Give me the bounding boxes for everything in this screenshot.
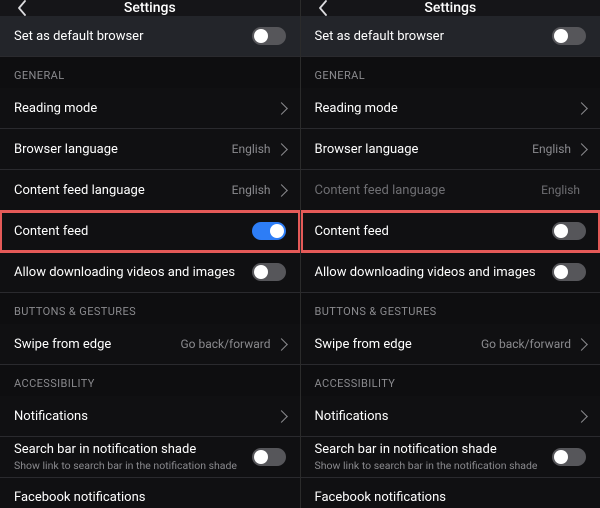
chevron-right-icon: [575, 143, 588, 156]
swipe-from-edge[interactable]: Swipe from edge Go back/forward: [0, 324, 300, 365]
search-bar-shade-label: Search bar in notification shade Show li…: [14, 442, 252, 472]
content-feed-language: Content feed language English: [301, 170, 600, 211]
content-feed[interactable]: Content feed: [0, 211, 300, 252]
allow-download-label: Allow downloading videos and images: [14, 265, 252, 280]
chevron-right-icon: [575, 338, 588, 351]
back-button[interactable]: [6, 0, 38, 16]
page-title: Settings: [424, 0, 476, 16]
content-feed-toggle[interactable]: [252, 222, 286, 240]
section-buttons-gestures: BUTTONS & GESTURES: [301, 293, 600, 324]
section-general: GENERAL: [301, 57, 600, 88]
section-accessibility: ACCESSIBILITY: [301, 365, 600, 396]
default-browser-toggle[interactable]: [552, 27, 586, 45]
content-feed[interactable]: Content feed: [301, 211, 600, 252]
search-bar-shade-toggle[interactable]: [252, 448, 286, 466]
header-bar: Settings: [0, 0, 300, 16]
section-general: GENERAL: [0, 57, 300, 88]
comparison-stage: Settings Set as default browser GENERAL …: [0, 0, 600, 508]
facebook-notifications-label: Facebook notifications: [14, 490, 286, 505]
allow-download[interactable]: Allow downloading videos and images: [301, 252, 600, 293]
section-accessibility: ACCESSIBILITY: [0, 365, 300, 396]
search-bar-shade-sub: Show link to search bar in the notificat…: [14, 459, 252, 472]
content-feed-language-label: Content feed language: [315, 183, 542, 198]
notifications[interactable]: Notifications: [301, 396, 600, 437]
default-browser-toggle[interactable]: [252, 27, 286, 45]
back-button[interactable]: [307, 0, 339, 16]
browser-language-value: English: [232, 142, 271, 156]
settings-panel-right: Settings Set as default browser GENERAL …: [300, 0, 600, 508]
search-bar-shade-sub: Show link to search bar in the notificat…: [315, 459, 553, 472]
search-bar-shade-toggle[interactable]: [552, 448, 586, 466]
default-browser-label: Set as default browser: [14, 29, 252, 44]
search-bar-shade-label: Search bar in notification shade Show li…: [315, 442, 553, 472]
allow-download-toggle[interactable]: [252, 263, 286, 281]
chevron-right-icon: [275, 410, 288, 423]
swipe-from-edge[interactable]: Swipe from edge Go back/forward: [301, 324, 600, 365]
swipe-from-edge-value: Go back/forward: [481, 337, 571, 351]
swipe-from-edge-label: Swipe from edge: [315, 337, 481, 352]
browser-language-value: English: [532, 142, 571, 156]
reading-mode-label: Reading mode: [315, 101, 578, 116]
header-bar: Settings: [301, 0, 600, 16]
content-feed-language-value: English: [541, 183, 580, 197]
content-feed-toggle[interactable]: [552, 222, 586, 240]
browser-language[interactable]: Browser language English: [0, 129, 300, 170]
facebook-notifications-label: Facebook notifications: [315, 490, 587, 505]
reading-mode[interactable]: Reading mode: [0, 88, 300, 129]
content-feed-label: Content feed: [315, 224, 553, 239]
chevron-right-icon: [275, 102, 288, 115]
chevron-right-icon: [275, 184, 288, 197]
search-bar-shade[interactable]: Search bar in notification shade Show li…: [0, 437, 300, 478]
reading-mode-label: Reading mode: [14, 101, 277, 116]
content-feed-label: Content feed: [14, 224, 252, 239]
chevron-right-icon: [275, 143, 288, 156]
allow-download[interactable]: Allow downloading videos and images: [0, 252, 300, 293]
allow-download-toggle[interactable]: [552, 263, 586, 281]
search-bar-shade[interactable]: Search bar in notification shade Show li…: [301, 437, 600, 478]
facebook-notifications[interactable]: Facebook notifications: [0, 478, 300, 508]
settings-panel-left: Settings Set as default browser GENERAL …: [0, 0, 300, 508]
browser-language-label: Browser language: [14, 142, 232, 157]
swipe-from-edge-label: Swipe from edge: [14, 337, 180, 352]
swipe-from-edge-value: Go back/forward: [180, 337, 270, 351]
chevron-left-icon: [17, 0, 27, 16]
chevron-left-icon: [318, 0, 328, 16]
content-feed-language-label: Content feed language: [14, 183, 232, 198]
notifications-label: Notifications: [315, 409, 578, 424]
set-default-browser[interactable]: Set as default browser: [301, 16, 600, 57]
content-feed-language[interactable]: Content feed language English: [0, 170, 300, 211]
facebook-notifications[interactable]: Facebook notifications: [301, 478, 600, 508]
notifications[interactable]: Notifications: [0, 396, 300, 437]
chevron-right-icon: [575, 410, 588, 423]
content-feed-language-value: English: [232, 183, 271, 197]
chevron-right-icon: [275, 338, 288, 351]
reading-mode[interactable]: Reading mode: [301, 88, 600, 129]
page-title: Settings: [124, 0, 176, 16]
allow-download-label: Allow downloading videos and images: [315, 265, 553, 280]
browser-language-label: Browser language: [315, 142, 533, 157]
section-buttons-gestures: BUTTONS & GESTURES: [0, 293, 300, 324]
chevron-right-icon: [575, 102, 588, 115]
browser-language[interactable]: Browser language English: [301, 129, 600, 170]
default-browser-label: Set as default browser: [315, 29, 553, 44]
notifications-label: Notifications: [14, 409, 277, 424]
set-default-browser[interactable]: Set as default browser: [0, 16, 300, 57]
